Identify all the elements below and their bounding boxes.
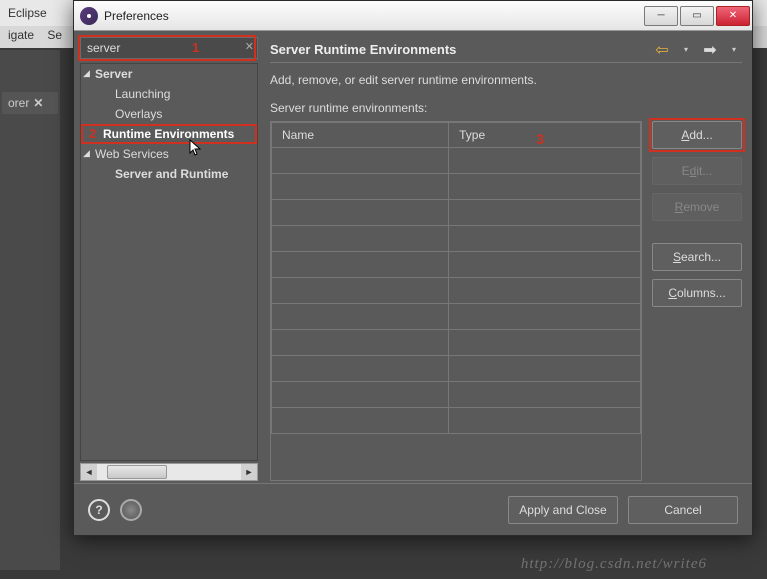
- table-row[interactable]: [272, 408, 641, 434]
- help-icon[interactable]: ?: [88, 499, 110, 521]
- eclipse-side-panel: orer ✕: [0, 50, 60, 570]
- close-icon[interactable]: ✕: [33, 96, 43, 110]
- dialog-footer: ? Apply and Close Cancel: [74, 483, 752, 535]
- filter-input[interactable]: [80, 37, 258, 59]
- annotation-3: 3: [536, 131, 544, 147]
- tree-h-scrollbar[interactable]: ◄ ►: [80, 463, 258, 481]
- annotation-2: 2: [89, 126, 96, 141]
- eclipse-icon: [80, 7, 98, 25]
- column-type[interactable]: Type: [449, 123, 641, 148]
- dialog-titlebar[interactable]: Preferences ─ ▭ ✕: [74, 1, 752, 31]
- table-row[interactable]: [272, 304, 641, 330]
- runtime-table[interactable]: Name Type: [270, 121, 642, 481]
- columns-button[interactable]: Columns...: [652, 279, 742, 307]
- table-row[interactable]: [272, 278, 641, 304]
- table-row[interactable]: [272, 200, 641, 226]
- preferences-dialog: Preferences ─ ▭ ✕ ✕ 1 ◢ Server: [73, 0, 753, 536]
- collapse-icon[interactable]: ◢: [83, 148, 90, 159]
- collapse-icon[interactable]: ◢: [83, 68, 90, 79]
- close-button[interactable]: ✕: [716, 6, 750, 26]
- table-row[interactable]: [272, 174, 641, 200]
- column-name[interactable]: Name: [272, 123, 449, 148]
- cancel-button[interactable]: Cancel: [628, 496, 738, 524]
- explorer-tab-label: orer: [8, 96, 29, 110]
- tree-item-runtime-environments[interactable]: Runtime Environments: [81, 124, 257, 144]
- back-icon[interactable]: ⇦: [654, 42, 670, 58]
- explorer-tab[interactable]: orer ✕: [2, 92, 58, 114]
- table-row[interactable]: [272, 356, 641, 382]
- page-title: Server Runtime Environments: [270, 42, 654, 57]
- remove-button: Remove: [652, 193, 742, 221]
- table-row[interactable]: [272, 382, 641, 408]
- tree-item-overlays[interactable]: Overlays: [81, 104, 257, 124]
- preferences-tree[interactable]: ◢ Server Launching Overlays Runtime Envi…: [80, 63, 258, 461]
- add-button[interactable]: Add...: [652, 121, 742, 149]
- search-button[interactable]: Search...: [652, 243, 742, 271]
- dialog-title: Preferences: [104, 9, 644, 23]
- apply-close-button[interactable]: Apply and Close: [508, 496, 618, 524]
- table-row[interactable]: [272, 330, 641, 356]
- preferences-content-panel: Server Runtime Environments ⇦ ▾ ➡ ▾ Add,…: [270, 37, 742, 481]
- scroll-right-icon[interactable]: ►: [241, 464, 257, 480]
- menu-fragment-2: Se: [47, 28, 62, 42]
- scroll-left-icon[interactable]: ◄: [81, 464, 97, 480]
- annotation-1: 1: [192, 40, 199, 55]
- edit-button: Edit...: [652, 157, 742, 185]
- back-dropdown-icon[interactable]: ▾: [678, 42, 694, 58]
- preferences-tree-panel: ✕ 1 ◢ Server Launching Overlays Runtime …: [80, 37, 258, 481]
- maximize-button[interactable]: ▭: [680, 6, 714, 26]
- nav-history: ⇦ ▾ ➡ ▾: [654, 42, 742, 58]
- menu-fragment-1: igate: [8, 28, 34, 42]
- scrollbar-thumb[interactable]: [107, 465, 167, 479]
- settings-icon[interactable]: [120, 499, 142, 521]
- table-row[interactable]: [272, 252, 641, 278]
- tree-item-server-and-runtime[interactable]: Server and Runtime: [81, 164, 257, 184]
- tree-item-server[interactable]: ◢ Server: [81, 64, 257, 84]
- minimize-button[interactable]: ─: [644, 6, 678, 26]
- forward-icon[interactable]: ➡: [702, 42, 718, 58]
- table-label: Server runtime environments:: [270, 101, 742, 115]
- table-row[interactable]: [272, 226, 641, 252]
- clear-icon[interactable]: ✕: [245, 40, 254, 53]
- forward-dropdown-icon[interactable]: ▾: [726, 42, 742, 58]
- table-row[interactable]: [272, 148, 641, 174]
- eclipse-app-name: Eclipse: [8, 6, 47, 20]
- tree-item-launching[interactable]: Launching: [81, 84, 257, 104]
- page-description: Add, remove, or edit server runtime envi…: [270, 73, 742, 87]
- tree-item-web-services[interactable]: ◢ Web Services: [81, 144, 257, 164]
- watermark-text: http://blog.csdn.net/write6: [521, 556, 707, 573]
